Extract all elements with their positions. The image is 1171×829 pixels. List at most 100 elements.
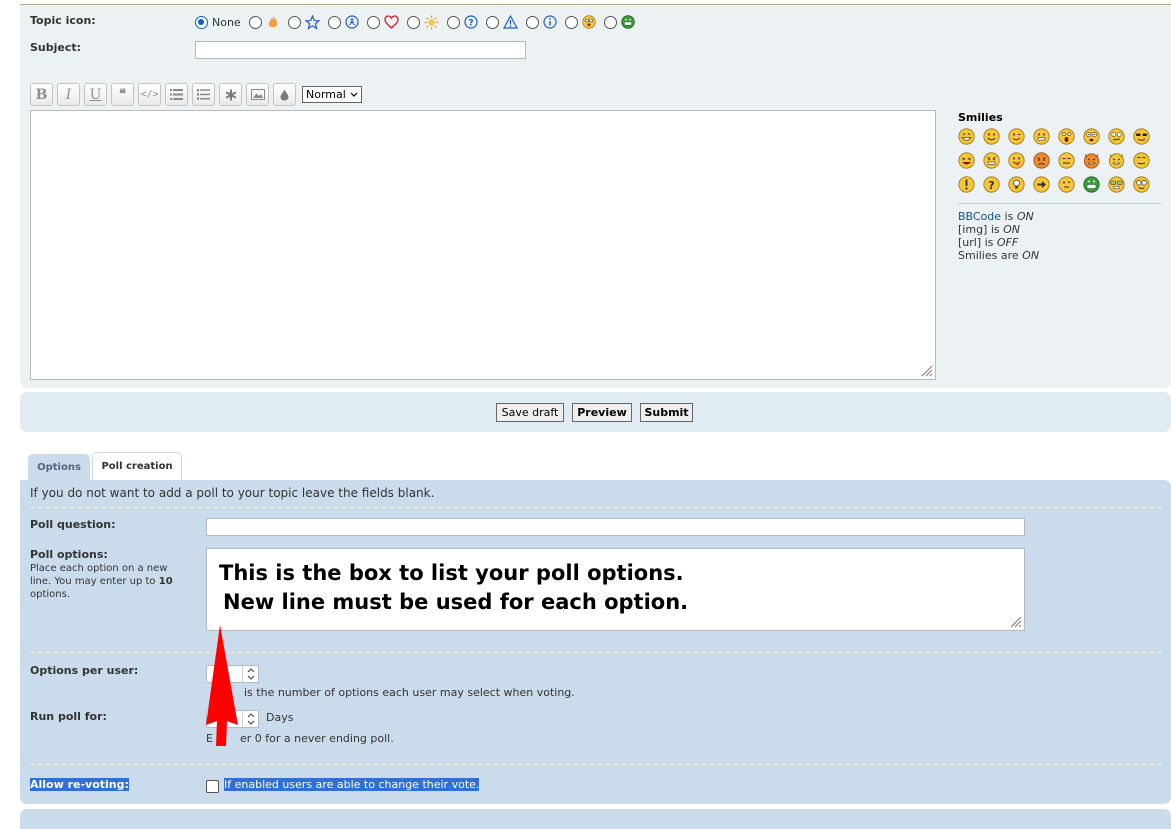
bbcode-is: is bbox=[1001, 210, 1017, 223]
rolling-eyes-smiley-icon[interactable] bbox=[1133, 152, 1150, 169]
poll-options-label: Poll options: bbox=[30, 548, 108, 561]
poll-options-hint-line1: Place each option on a new bbox=[30, 563, 168, 574]
topic-icon-radio-warning[interactable] bbox=[485, 15, 499, 29]
bold-button[interactable]: B bbox=[30, 83, 53, 106]
topic-icon-radio-info[interactable] bbox=[525, 15, 539, 29]
stepper-arrows[interactable] bbox=[242, 666, 258, 682]
italic-button[interactable]: I bbox=[57, 83, 80, 106]
sad-smiley-icon[interactable] bbox=[1033, 128, 1050, 145]
topic-icon-radio-none[interactable] bbox=[195, 15, 208, 29]
poll-options-hint-line3: options. bbox=[30, 589, 71, 600]
underline-button[interactable]: U bbox=[84, 83, 107, 106]
allow-revoting-hint-text: If enabled users are able to change thei… bbox=[224, 778, 480, 791]
topic-icon-radio-question[interactable] bbox=[446, 15, 460, 29]
smilies-divider bbox=[958, 203, 1161, 204]
resize-grip-icon[interactable] bbox=[1010, 616, 1022, 628]
topic-icon-radio-heart[interactable] bbox=[366, 15, 380, 29]
chevron-down-icon[interactable] bbox=[247, 720, 255, 725]
cool-smiley-icon[interactable] bbox=[1133, 128, 1150, 145]
topic-icon-label: Topic icon: bbox=[30, 14, 96, 27]
topic-icon-radio-grin[interactable] bbox=[603, 15, 617, 29]
list-button[interactable] bbox=[165, 83, 188, 106]
grin-smiley-icon bbox=[621, 15, 635, 29]
info-icon bbox=[543, 15, 557, 29]
smile-smiley-icon[interactable] bbox=[983, 128, 1000, 145]
very-happy-smiley-icon[interactable] bbox=[958, 128, 975, 145]
geek-smiley-icon[interactable] bbox=[1058, 176, 1075, 193]
angry-smiley-icon[interactable] bbox=[1033, 152, 1050, 169]
topic-icon-radio-radioactive[interactable] bbox=[327, 15, 341, 29]
code-button[interactable]: </> bbox=[138, 83, 161, 106]
heart-icon bbox=[384, 15, 399, 29]
laughing-smiley-icon[interactable] bbox=[958, 152, 975, 169]
bbcode-status: BBCode is ON [img] is ON [url] is OFF Sm… bbox=[958, 210, 1161, 262]
smilies-grid: ? bbox=[958, 128, 1161, 193]
smilies-panel: Smilies ? BBCode is ON [img] is ON [url]… bbox=[958, 111, 1161, 262]
topic-icon-none-label: None bbox=[212, 15, 241, 29]
font-size-value: Normal bbox=[306, 88, 346, 101]
days-label: Days bbox=[266, 711, 294, 724]
fire-icon bbox=[266, 15, 280, 29]
annotation-line-2: New line must be used for each option. bbox=[223, 590, 689, 614]
run-poll-for-label: Run poll for: bbox=[30, 710, 107, 723]
code-icon: </> bbox=[140, 89, 159, 100]
ordered-list-button[interactable] bbox=[192, 83, 215, 106]
save-draft-button[interactable]: Save draft bbox=[496, 403, 564, 422]
list-icon bbox=[170, 89, 183, 100]
evil-smiley-icon[interactable] bbox=[1083, 152, 1100, 169]
options-per-user-hint: is the number of options each user may s… bbox=[244, 686, 575, 699]
bbcode-state: ON bbox=[1016, 210, 1034, 223]
star-icon bbox=[304, 14, 320, 30]
formatting-toolbar: B I U ❝ </> Normal bbox=[30, 83, 362, 106]
allow-revoting-checkbox[interactable] bbox=[206, 780, 219, 793]
geek-glasses-smiley-icon[interactable] bbox=[1133, 176, 1150, 193]
ordered-list-icon bbox=[197, 89, 210, 100]
poll-question-input[interactable] bbox=[206, 518, 1025, 536]
topic-icon-radio-star[interactable] bbox=[287, 15, 301, 29]
topic-icon-options: None ? bbox=[195, 13, 643, 31]
neutral-smiley-icon[interactable] bbox=[1058, 152, 1075, 169]
submit-button[interactable]: Submit bbox=[640, 403, 693, 422]
nerd-smiley-icon[interactable] bbox=[1108, 176, 1125, 193]
chevron-up-icon[interactable] bbox=[247, 713, 255, 718]
poll-options-hint: Place each option on a new line. You may… bbox=[30, 562, 200, 601]
poll-options-hint-line2: line. You may enter up to bbox=[30, 576, 156, 587]
stepper-arrows[interactable] bbox=[242, 711, 258, 727]
surprised-smiley-icon[interactable] bbox=[1058, 128, 1075, 145]
poll-intro-text: If you do not want to add a poll to your… bbox=[30, 486, 435, 500]
bbcode-link[interactable]: BBCode bbox=[958, 210, 1001, 223]
razz-smiley-icon[interactable] bbox=[1008, 152, 1025, 169]
shocked-smiley-icon[interactable] bbox=[1083, 128, 1100, 145]
warning-icon bbox=[502, 15, 518, 29]
twisted-smiley-icon[interactable] bbox=[1108, 152, 1125, 169]
resize-grip-icon[interactable] bbox=[921, 365, 933, 377]
idea-icon[interactable] bbox=[1008, 176, 1025, 193]
exclamation-icon[interactable] bbox=[958, 176, 975, 193]
bold-icon: B bbox=[35, 86, 48, 103]
subject-input[interactable] bbox=[195, 41, 526, 59]
chevron-down-icon[interactable] bbox=[247, 675, 255, 680]
italic-icon: I bbox=[65, 86, 72, 103]
tab-options[interactable]: Options bbox=[28, 454, 90, 480]
mad-smiley-icon[interactable] bbox=[983, 152, 1000, 169]
font-size-select[interactable]: Normal bbox=[302, 86, 362, 103]
radioactive-icon bbox=[345, 15, 359, 29]
arrow-icon[interactable] bbox=[1033, 176, 1050, 193]
color-button[interactable] bbox=[273, 83, 296, 106]
topic-icon-radio-surprised[interactable] bbox=[564, 15, 578, 29]
list-item-button[interactable] bbox=[219, 83, 242, 106]
wink-smiley-icon[interactable] bbox=[1008, 128, 1025, 145]
topic-icon-radio-fire[interactable] bbox=[248, 15, 262, 29]
quote-button[interactable]: ❝ bbox=[111, 83, 134, 106]
tab-poll-creation[interactable]: Poll creation bbox=[92, 452, 182, 480]
preview-button[interactable]: Preview bbox=[572, 403, 632, 422]
question-smiley-icon[interactable]: ? bbox=[983, 176, 1000, 193]
bottom-panel bbox=[20, 809, 1171, 829]
topic-icon-radio-light[interactable] bbox=[406, 15, 420, 29]
asterisk-icon bbox=[225, 89, 236, 100]
green-grin-icon[interactable] bbox=[1083, 176, 1100, 193]
confused-smiley-icon[interactable] bbox=[1108, 128, 1125, 145]
chevron-up-icon[interactable] bbox=[247, 668, 255, 673]
message-textarea[interactable] bbox=[30, 110, 936, 380]
image-button[interactable] bbox=[246, 83, 269, 106]
